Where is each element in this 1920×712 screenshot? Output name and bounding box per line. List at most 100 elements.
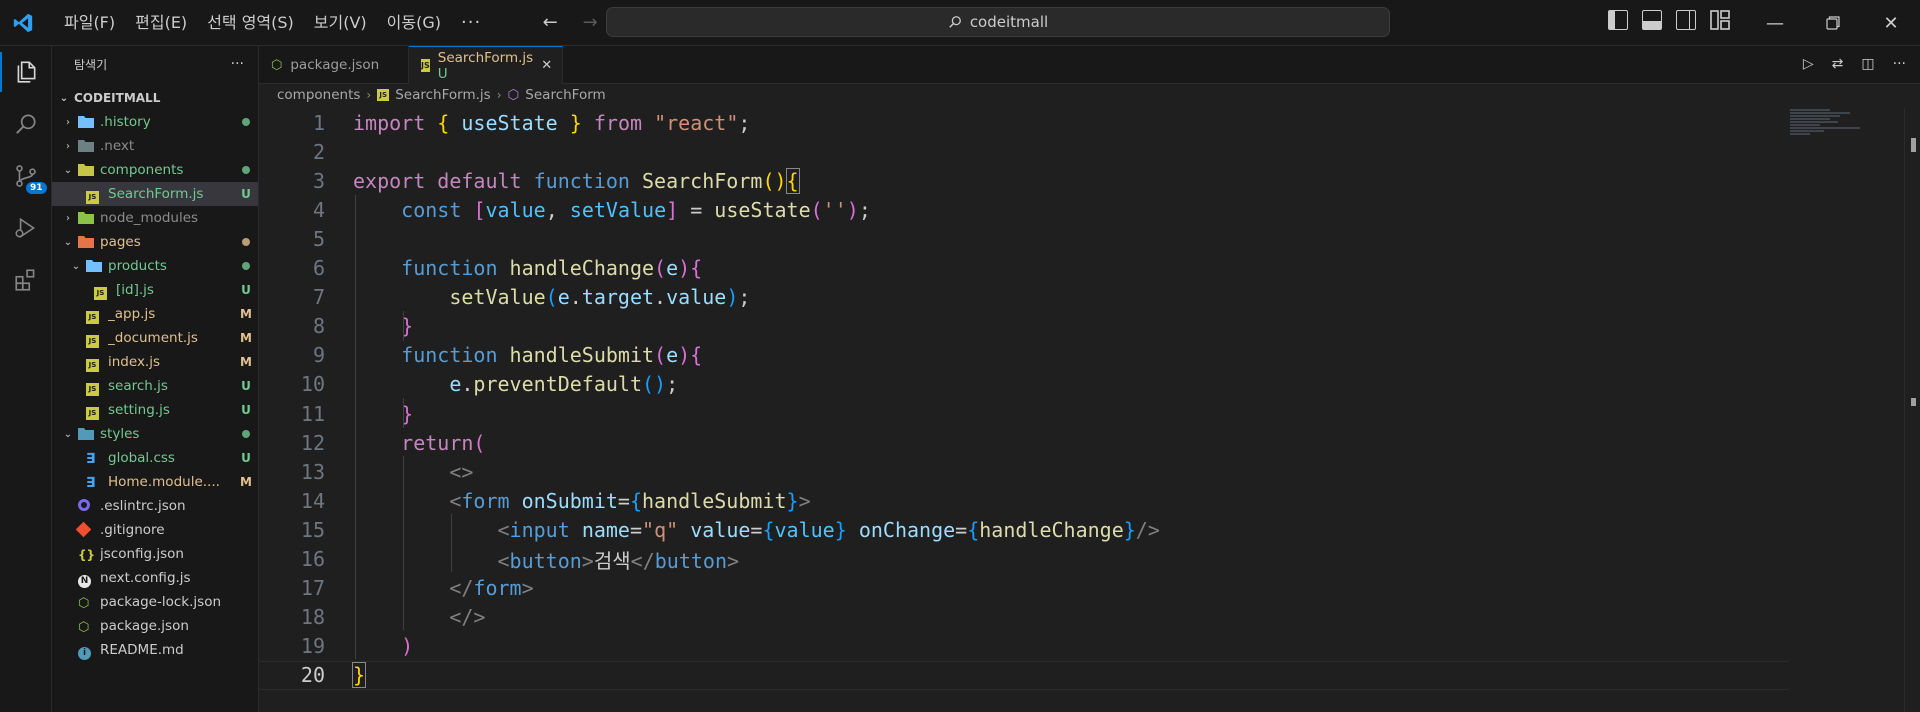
git-file-icon	[75, 521, 94, 538]
tree-item[interactable]: JS _document.js M	[52, 326, 258, 350]
code-text: }	[401, 401, 414, 426]
close-window-icon[interactable]: ✕	[1862, 0, 1920, 46]
tree-item[interactable]: › node_modules	[52, 206, 258, 230]
tree-item[interactable]: ⌄ products	[52, 254, 258, 278]
title-bar: 파일(F) 편집(E) 선택 영역(S) 보기(V) 이동(G) ··· ← →…	[0, 0, 1920, 46]
breadcrumb-file[interactable]: SearchForm.js	[395, 87, 490, 103]
code-line[interactable]: 16 <button>검색</button>	[259, 545, 1789, 574]
toggle-primary-sidebar-icon[interactable]	[1608, 10, 1628, 30]
tree-item[interactable]: JS _app.js M	[52, 302, 258, 326]
activity-bar: 91	[0, 46, 52, 712]
code-text: e.preventDefault();	[449, 372, 679, 397]
code-line[interactable]: 8 }	[259, 312, 1789, 341]
tree-item[interactable]: JS [id].js U	[52, 278, 258, 302]
toggle-secondary-sidebar-icon[interactable]	[1676, 10, 1696, 30]
tree-item[interactable]: JS search.js U	[52, 374, 258, 398]
tab-package-json[interactable]: ⬡ package.json	[259, 46, 409, 84]
menu-selection[interactable]: 선택 영역(S)	[197, 8, 304, 38]
minimize-icon[interactable]: —	[1746, 0, 1804, 46]
tree-item[interactable]: ∃ Home.module.... M	[52, 470, 258, 494]
code-editor[interactable]: 1 import { useState } from "react"; 2 3 expo…	[259, 108, 1920, 712]
tree-item[interactable]: {} jsconfig.json	[52, 542, 258, 566]
code-line[interactable]: 2	[259, 137, 1789, 166]
tab-searchform-js[interactable]: JS SearchForm.js U ✕	[409, 46, 563, 84]
code-line[interactable]: 12 return(	[259, 428, 1789, 457]
menu-more-button[interactable]: ···	[451, 12, 491, 33]
line-number: 11	[300, 401, 325, 426]
code-line[interactable]: 11 }	[259, 399, 1789, 428]
tree-item[interactable]: ⌄ styles	[52, 422, 258, 446]
menu-view[interactable]: 보기(V)	[304, 8, 377, 38]
tree-item[interactable]: JS index.js M	[52, 350, 258, 374]
menu-file[interactable]: 파일(F)	[54, 8, 125, 38]
code-line[interactable]: 15 <input name="q" value={value} onChang…	[259, 515, 1789, 544]
tree-item[interactable]: JS SearchForm.js U	[52, 182, 258, 206]
code-text: }	[351, 662, 367, 689]
editor-more-icon[interactable]: ···	[1893, 56, 1906, 72]
split-editor-icon[interactable]: ◫	[1861, 56, 1874, 72]
tab-close-icon[interactable]: ✕	[541, 58, 552, 73]
code-line[interactable]: 9 function handleSubmit(e){	[259, 341, 1789, 370]
command-center-search[interactable]: codeitmall	[606, 7, 1390, 37]
run-file-icon[interactable]: ▷	[1803, 56, 1814, 72]
back-arrow-icon[interactable]: ←	[537, 12, 563, 33]
menu-edit[interactable]: 편집(E)	[125, 8, 197, 38]
tree-item-label: SearchForm.js	[108, 186, 204, 202]
tree-item-label: _app.js	[108, 306, 156, 322]
customize-layout-icon[interactable]	[1710, 10, 1730, 30]
toggle-panel-icon[interactable]	[1642, 10, 1662, 30]
tree-item[interactable]: Nnext.config.js	[52, 566, 258, 590]
restore-icon[interactable]	[1804, 0, 1862, 46]
js-file-icon: JS	[421, 59, 430, 72]
file-tree: › .history › .next ⌄ components JS SearchForm.j…	[52, 110, 258, 662]
breadcrumb-symbol[interactable]: SearchForm	[525, 87, 605, 103]
tree-item[interactable]: .gitignore	[52, 518, 258, 542]
git-status-indicator: M	[240, 355, 252, 369]
extensions-icon[interactable]	[0, 254, 52, 306]
code-line[interactable]: 18 </>	[259, 603, 1789, 632]
code-line[interactable]: 20}	[259, 660, 1789, 690]
compare-changes-icon[interactable]: ⇄	[1832, 56, 1844, 72]
tree-item[interactable]: JS setting.js U	[52, 398, 258, 422]
workspace-section-header[interactable]: ⌄ CODEITMALL	[52, 86, 258, 110]
minimap[interactable]	[1790, 108, 1900, 168]
menu-go[interactable]: 이동(G)	[377, 8, 451, 38]
code-line[interactable]: 19 )	[259, 632, 1789, 661]
js-file-icon: JS	[86, 355, 102, 372]
tree-item[interactable]: i README.md	[52, 638, 258, 662]
code-line[interactable]: 4 const [value, setValue] = useState('')…	[259, 195, 1789, 224]
code-line[interactable]: 10 e.preventDefault();	[259, 370, 1789, 399]
git-status-indicator	[234, 163, 258, 177]
tree-item[interactable]: › .history	[52, 110, 258, 134]
code-line[interactable]: 3 export default function SearchForm(){	[259, 166, 1789, 195]
source-control-icon[interactable]: 91	[0, 150, 52, 202]
sidebar-more-button[interactable]: ···	[231, 56, 244, 72]
code-line[interactable]: 17 </form>	[259, 574, 1789, 603]
code-line[interactable]: 7 setValue(e.target.value);	[259, 283, 1789, 312]
tree-item[interactable]: ⌄ components	[52, 158, 258, 182]
run-debug-icon[interactable]	[0, 202, 52, 254]
line-number: 7	[312, 285, 325, 310]
tab-bar: ⬡ package.json JS SearchForm.js U ✕ ▷ ⇄ …	[259, 46, 1920, 84]
code-line[interactable]: 13 <>	[259, 457, 1789, 486]
editor-scrollbar[interactable]	[1904, 108, 1920, 712]
code-line[interactable]: 1 import { useState } from "react";	[259, 108, 1789, 137]
code-line[interactable]: 6 function handleChange(e){	[259, 254, 1789, 283]
command-center-label: codeitmall	[969, 13, 1049, 31]
search-sidebar-icon[interactable]	[0, 98, 52, 150]
tree-item[interactable]: ⬡ package.json	[52, 614, 258, 638]
tree-item[interactable]: ⬡ package-lock.json	[52, 590, 258, 614]
explorer-icon[interactable]	[0, 46, 52, 98]
code-line[interactable]: 14 <form onSubmit={handleSubmit}>	[259, 486, 1789, 515]
tree-item[interactable]: .eslintrc.json	[52, 494, 258, 518]
code-line[interactable]: 5	[259, 224, 1789, 253]
breadcrumb-folder[interactable]: components	[277, 87, 360, 103]
forward-arrow-icon[interactable]: →	[577, 12, 603, 33]
tree-item[interactable]: › .next	[52, 134, 258, 158]
line-number: 1	[312, 110, 325, 135]
js-file-icon: JS	[86, 187, 102, 204]
tree-item-label: products	[108, 258, 167, 274]
tree-item[interactable]: ∃ global.css U	[52, 446, 258, 470]
tree-item-label: search.js	[108, 378, 168, 394]
tree-item[interactable]: ⌄ pages	[52, 230, 258, 254]
